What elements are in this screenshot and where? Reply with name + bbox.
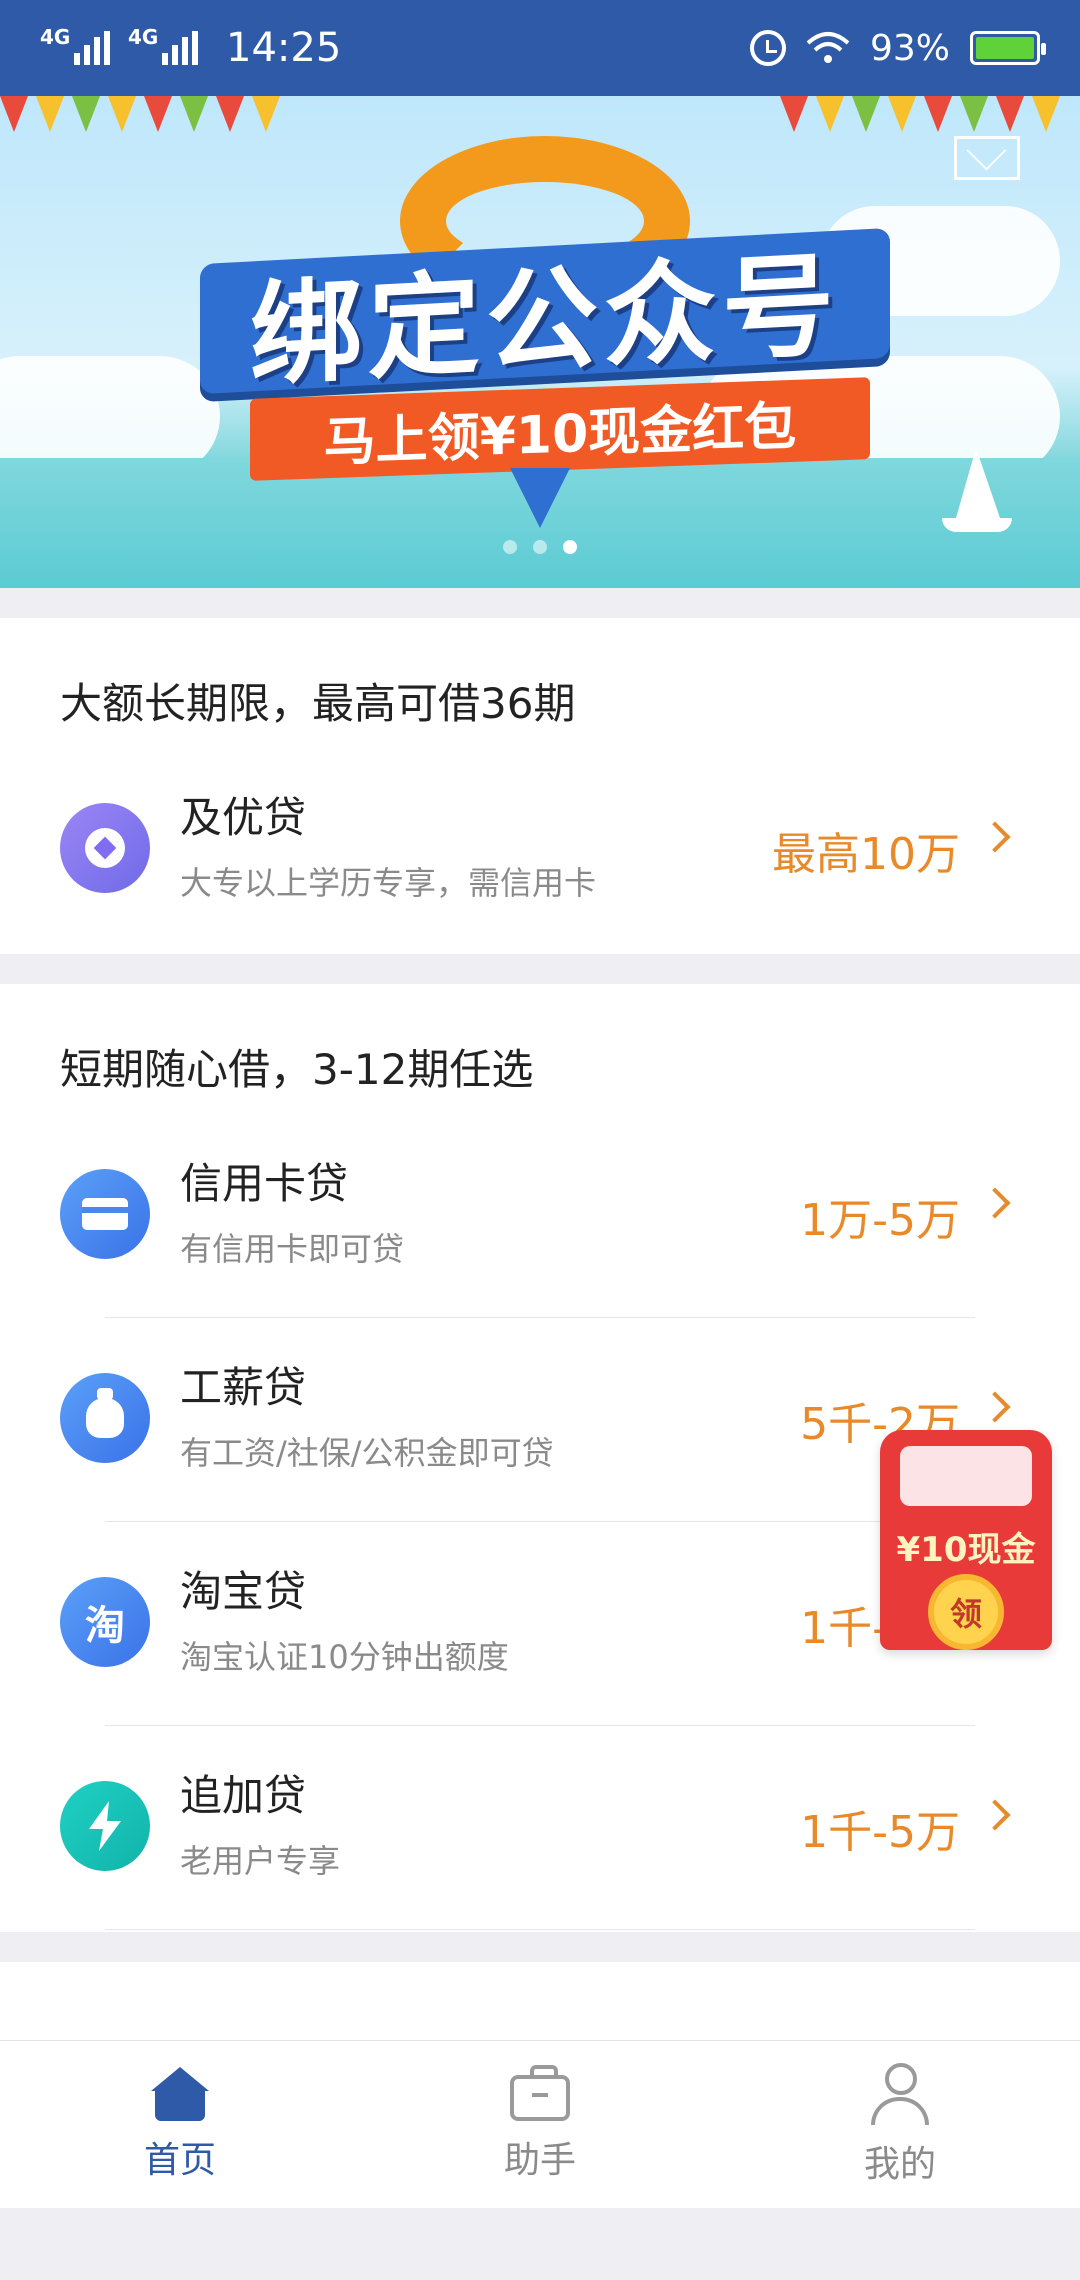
product-amount: 最高10万	[772, 829, 960, 880]
red-packet-float[interactable]: ¥10现金 领	[880, 1430, 1052, 1650]
carousel-dot[interactable]	[533, 540, 547, 554]
list-item-jiyoudai[interactable]: 及优贷 大专以上学历专享，需信用卡 最高10万	[0, 748, 1080, 952]
promo-banner[interactable]: 绑定公众号 马上领¥10现金红包	[0, 96, 1080, 588]
product-desc: 老用户专享	[180, 1842, 341, 1880]
taobao-glyph: 淘	[85, 1603, 125, 1649]
signal-icon: 4G	[40, 25, 110, 65]
product-name: 淘宝贷	[180, 1567, 307, 1616]
product-name: 信用卡贷	[180, 1159, 349, 1208]
section-title: 大额长期限，最高可借36期	[60, 679, 576, 728]
product-name: 追加贷	[180, 1771, 307, 1820]
alarm-icon	[749, 30, 786, 66]
clock: 14:25	[226, 25, 342, 71]
battery-icon	[970, 31, 1046, 65]
claim-button[interactable]: 领	[928, 1574, 1004, 1650]
briefcase-icon	[510, 2064, 570, 2121]
product-desc: 有信用卡即可贷	[180, 1230, 405, 1268]
list-item-extra-loan[interactable]: 追加贷 老用户专享 1千-5万	[0, 1726, 1080, 1930]
product-desc: 有工资/社保/公积金即可贷	[180, 1434, 554, 1472]
banner-title: 绑定公众号	[250, 240, 840, 402]
product-name: 工薪贷	[180, 1363, 307, 1412]
product-amount: 1千-5万	[800, 1807, 960, 1858]
tab-assistant[interactable]: 助手	[360, 2041, 720, 2208]
tab-label: 助手	[503, 2139, 576, 2181]
section-title: 短期随心借，3-12期任选	[60, 1045, 534, 1094]
chevron-right-icon	[979, 1799, 1011, 1831]
credit-card-icon	[60, 1169, 150, 1259]
home-icon	[151, 2066, 209, 2121]
taobao-icon: 淘	[60, 1577, 150, 1667]
chevron-right-icon	[979, 1187, 1011, 1219]
network-type: 4G	[128, 25, 159, 49]
chevron-right-icon	[979, 1391, 1011, 1423]
signal-icon: 4G	[128, 25, 198, 65]
diamond-icon	[60, 803, 150, 893]
banner-title-box: 绑定公众号	[200, 227, 890, 401]
carousel-indicator	[0, 540, 1080, 554]
product-desc: 大专以上学历专享，需信用卡	[180, 864, 597, 902]
banner-subtitle: 马上领¥10现金红包	[323, 396, 797, 473]
sailboat-icon	[942, 448, 1012, 532]
product-amount: 1万-5万	[800, 1195, 960, 1246]
network-type: 4G	[40, 25, 71, 49]
product-desc: 淘宝认证10分钟出额度	[180, 1638, 509, 1676]
next-section-partial	[0, 1962, 1080, 2040]
chevron-right-icon	[979, 821, 1011, 853]
battery-percent: 93%	[869, 27, 950, 69]
user-icon	[869, 2062, 931, 2125]
lightning-icon	[60, 1781, 150, 1871]
wifi-icon	[806, 32, 850, 63]
tab-home[interactable]: 首页	[0, 2041, 360, 2208]
money-bag-icon	[60, 1373, 150, 1463]
system-nav-area	[0, 2208, 1080, 2280]
tab-mine[interactable]: 我的	[720, 2041, 1080, 2208]
list-item-credit-card-loan[interactable]: 信用卡贷 有信用卡即可贷 1万-5万	[0, 1114, 1080, 1318]
red-packet-text: ¥10现金	[896, 1530, 1036, 1570]
tab-label: 首页	[143, 2139, 216, 2181]
long-term-section: 大额长期限，最高可借36期 及优贷 大专以上学历专享，需信用卡 最高10万	[0, 618, 1080, 954]
mail-icon[interactable]	[954, 136, 1020, 180]
status-bar: 4G 4G 14:25 93%	[0, 0, 1080, 96]
carousel-dot[interactable]	[503, 540, 517, 554]
carousel-dot-active[interactable]	[563, 540, 577, 554]
product-name: 及优贷	[180, 793, 307, 842]
tab-label: 我的	[863, 2143, 936, 2185]
bottom-tab-bar: 首页 助手 我的	[0, 2040, 1080, 2208]
